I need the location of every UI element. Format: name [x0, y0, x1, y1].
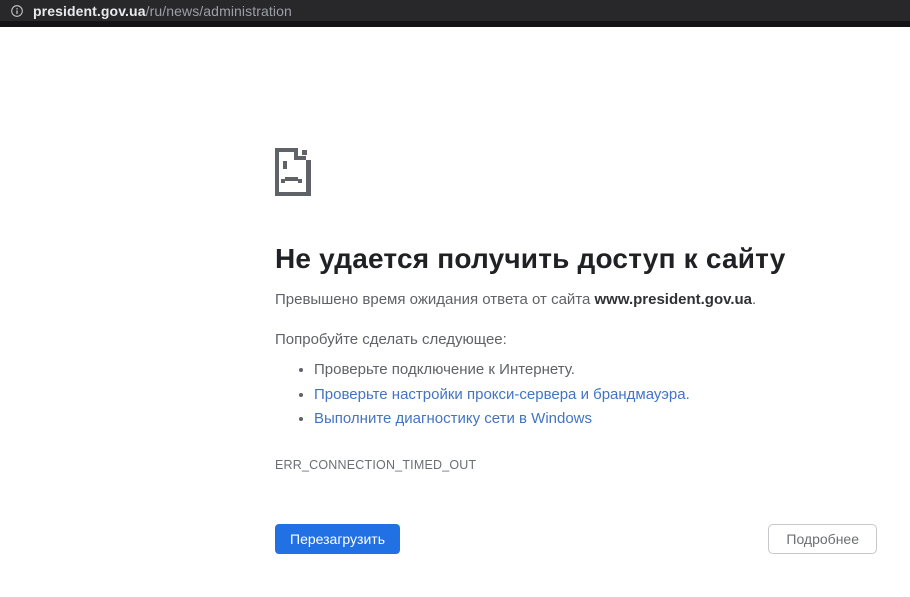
url-text: president.gov.ua/ru/news/administration [33, 3, 292, 19]
suggestion-network-diagnostics-link[interactable]: Выполните диагностику сети в Windows [314, 407, 877, 432]
suggestion-proxy-firewall-link[interactable]: Проверьте настройки прокси-сервера и бра… [314, 383, 877, 408]
error-page: Не удается получить доступ к сайту Превы… [275, 148, 877, 554]
browser-address-bar[interactable]: president.gov.ua/ru/news/administration [0, 0, 910, 21]
button-row: Перезагрузить Подробнее [275, 524, 877, 554]
url-path: /ru/news/administration [146, 3, 292, 19]
info-icon[interactable] [10, 4, 24, 18]
toolbar-bottom-edge [0, 21, 910, 27]
suggestions-title: Попробуйте сделать следующее: [275, 330, 877, 350]
suggestion-proxy-firewall-link-text[interactable]: Проверьте настройки прокси-сервера и бра… [314, 386, 690, 403]
error-message-prefix: Превышено время ожидания ответа от сайта [275, 291, 595, 308]
sad-file-icon [275, 148, 311, 196]
suggestion-check-connection: Проверьте подключение к Интернету. [314, 358, 877, 383]
details-button[interactable]: Подробнее [768, 524, 877, 554]
url-domain: president.gov.ua [33, 3, 146, 19]
error-code: ERR_CONNECTION_TIMED_OUT [275, 458, 877, 472]
reload-button[interactable]: Перезагрузить [275, 524, 400, 554]
error-message-domain: www.president.gov.ua [595, 291, 753, 308]
suggestions-list: Проверьте подключение к Интернету. Прове… [275, 358, 877, 432]
error-message: Превышено время ожидания ответа от сайта… [275, 290, 877, 310]
error-message-suffix: . [752, 291, 756, 308]
error-title: Не удается получить доступ к сайту [275, 242, 877, 276]
suggestion-network-diagnostics-link-text[interactable]: Выполните диагностику сети в Windows [314, 410, 592, 427]
